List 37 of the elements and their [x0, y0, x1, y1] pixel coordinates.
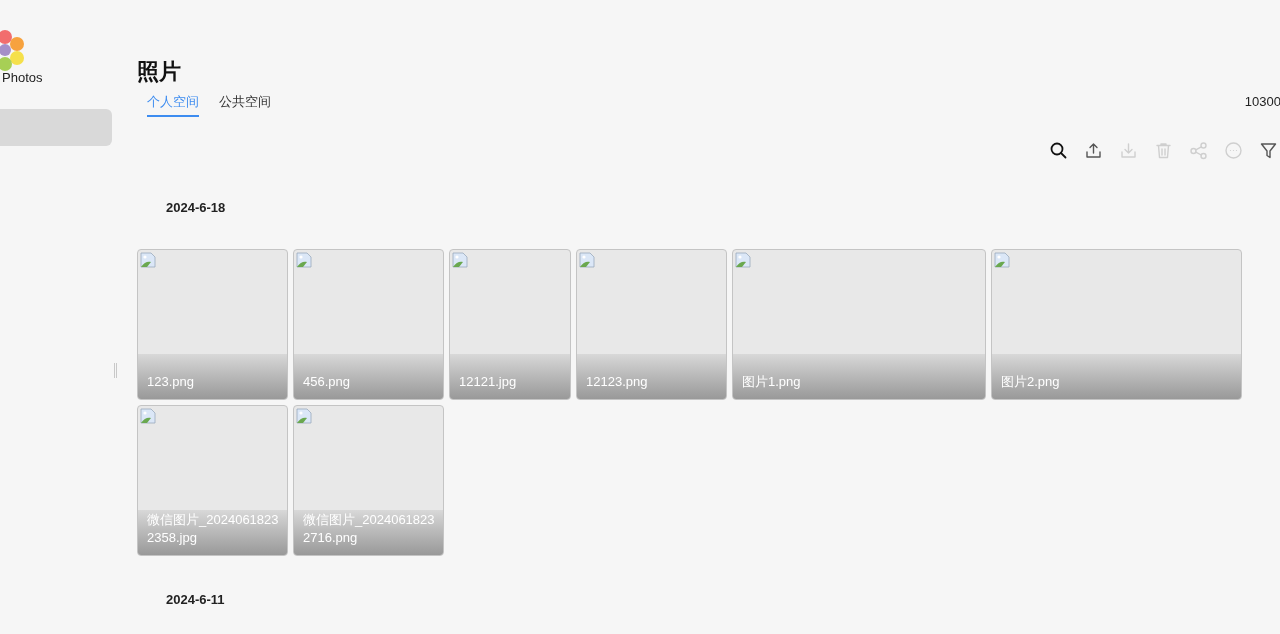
- date-heading: 2024-6-18: [166, 199, 227, 217]
- broken-image-icon: [452, 251, 468, 268]
- app-name: Photos: [2, 69, 44, 87]
- photo-caption: 图片1.png: [742, 372, 802, 391]
- sidebar-item[interactable]: [0, 108, 112, 146]
- page-title: 照片: [137, 58, 182, 86]
- photo-tile[interactable]: 图片1.png: [732, 248, 986, 400]
- trash-icon: [1153, 140, 1173, 160]
- upload-icon: [1083, 140, 1103, 160]
- photo-caption: 123.png: [147, 372, 195, 391]
- more-icon: [1223, 140, 1243, 160]
- photo-caption: 456.png: [303, 372, 351, 391]
- photo-tile[interactable]: 456.png: [293, 248, 444, 400]
- flower-logo-icon: [0, 27, 26, 73]
- item-count: 10300: [1244, 93, 1280, 111]
- filter-icon: [1258, 140, 1278, 160]
- broken-image-icon: [296, 407, 312, 424]
- broken-image-icon: [296, 251, 312, 268]
- date-heading: 2024-6-11: [166, 590, 226, 609]
- broken-image-icon: [994, 251, 1010, 268]
- photo-tile[interactable]: 12121.jpg: [449, 248, 571, 400]
- photo-tile[interactable]: 12123.png: [576, 248, 727, 400]
- photo-caption: 12123.png: [586, 372, 649, 391]
- photo-tile[interactable]: 123.png: [137, 248, 288, 400]
- broken-image-icon: [140, 251, 156, 268]
- resize-handle[interactable]: [114, 362, 117, 378]
- tab[interactable]: 个人空间: [147, 93, 199, 117]
- photo-tile[interactable]: 图片2.png: [991, 248, 1242, 400]
- broken-image-icon: [735, 251, 751, 268]
- broken-image-icon: [140, 407, 156, 424]
- download-icon: [1118, 140, 1138, 160]
- search-icon: [1048, 140, 1068, 160]
- tab[interactable]: 公共空间: [219, 93, 271, 117]
- photo-caption: 12121.jpg: [459, 372, 518, 391]
- share-icon: [1188, 140, 1208, 160]
- broken-image-icon: [579, 251, 595, 268]
- photo-caption: 图片2.png: [1001, 372, 1061, 391]
